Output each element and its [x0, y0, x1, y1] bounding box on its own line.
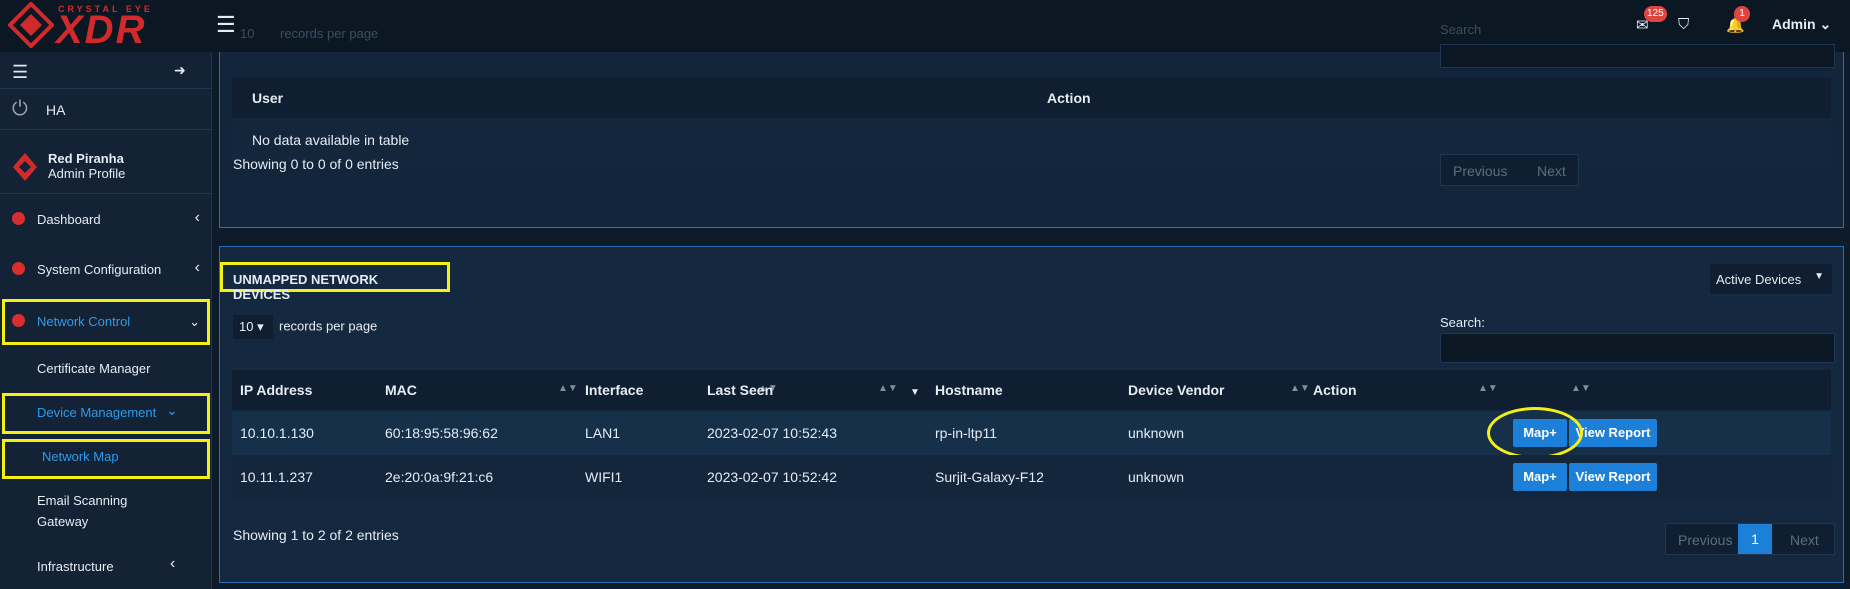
sidebar: CRYSTAL EYE XDR ☰ ➜ ⏻ HA Red Piranha Adm…: [0, 0, 212, 589]
sidebar-item-label: System Configuration: [37, 262, 162, 277]
table-header: IP Address ▲▼ MAC ▲▼ Interface ▲▼ Last S…: [232, 370, 1831, 410]
chevron-left-icon: ‹: [194, 259, 200, 276]
table-row: No data available in table: [232, 118, 1831, 162]
crystal-eye-logo-icon: [8, 2, 54, 48]
next-button[interactable]: Next: [1790, 532, 1819, 548]
caret-down-icon: ▼: [1814, 271, 1824, 282]
chevron-left-icon: ‹: [170, 555, 176, 572]
device-filter-select[interactable]: Active Devices ▼: [1710, 264, 1832, 294]
sort-desc-icon[interactable]: ▼: [910, 387, 920, 398]
brand-logo[interactable]: CRYSTAL EYE XDR: [0, 0, 212, 52]
profile-name: Red Piranha: [48, 151, 124, 166]
records-per-page-label: records per page: [280, 26, 379, 41]
sidebar-item-certificate-manager[interactable]: Certificate Manager: [37, 361, 150, 376]
cell-mac: 2e:20:0a:9f:21:c6: [385, 469, 494, 485]
cell-last-seen: 2023-02-07 10:52:43: [707, 425, 837, 441]
column-interface[interactable]: Interface: [585, 382, 643, 398]
sidebar-item-ha[interactable]: ⏻ HA: [0, 88, 212, 130]
view-report-button[interactable]: View Report: [1569, 463, 1657, 491]
ha-label: HA: [46, 102, 66, 118]
shield-icon[interactable]: ⛉: [1678, 16, 1689, 33]
profile-role: Admin Profile: [48, 166, 126, 181]
sort-icon[interactable]: ▲▼: [1571, 383, 1591, 394]
table-info: Showing 0 to 0 of 0 entries: [233, 156, 399, 172]
pagination: Previous 1 Next: [1665, 523, 1835, 555]
cell-ip: 10.11.1.237: [240, 469, 313, 485]
sort-icon[interactable]: ▲▼: [1478, 383, 1498, 394]
column-last-seen[interactable]: Last Seen: [707, 382, 773, 398]
column-hostname[interactable]: Hostname: [935, 382, 1003, 398]
logo-name: XDR: [56, 8, 147, 52]
search-input[interactable]: [1440, 333, 1835, 363]
logout-icon[interactable]: ➜: [174, 62, 186, 79]
panel-title-text: UNMAPPED NETWORK DEVICES: [233, 272, 379, 302]
records-per-page-value: 10: [239, 319, 254, 334]
sidebar-item-infrastructure[interactable]: Infrastructure: [37, 559, 114, 574]
page-1-button[interactable]: 1: [1738, 524, 1772, 554]
users-panel: 10 records per page Search User Action N…: [219, 22, 1844, 228]
cell-ip: 10.10.1.130: [240, 425, 314, 441]
cell-interface: WIFI1: [585, 469, 623, 485]
cell-vendor: unknown: [1128, 469, 1185, 485]
panel-title: UNMAPPED NETWORK DEVICES: [220, 262, 450, 302]
column-device-vendor[interactable]: Device Vendor: [1128, 382, 1225, 398]
highlight-network-map: [2, 439, 210, 479]
piranha-logo-icon: [13, 153, 37, 181]
highlight-network-control: [2, 299, 210, 345]
highlight-device-management: [2, 393, 210, 434]
power-icon: ⏻: [12, 98, 28, 120]
chevron-left-icon: ‹: [194, 209, 200, 226]
records-per-page-select[interactable]: 10 ▾: [233, 315, 273, 339]
pagination: Previous Next: [1440, 154, 1579, 186]
sidebar-item-email-scanning[interactable]: Email Scanning: [37, 493, 127, 508]
map-device-button[interactable]: Map+: [1513, 463, 1567, 491]
cell-last-seen: 2023-02-07 10:52:42: [707, 469, 837, 485]
sort-icon[interactable]: ▲▼: [878, 383, 898, 394]
table-info: Showing 1 to 2 of 2 entries: [233, 527, 399, 543]
records-per-page-select[interactable]: 10: [240, 26, 254, 41]
menu-toggle-icon[interactable]: ☰: [216, 12, 236, 38]
cell-hostname: Surjit-Galaxy-F12: [935, 469, 1044, 485]
sidebar-item-system-configuration[interactable]: System Configuration ‹: [0, 246, 212, 294]
records-per-page-label: records per page: [279, 318, 378, 334]
unmapped-devices-panel: UNMAPPED NETWORK DEVICES Active Devices …: [219, 246, 1844, 583]
column-ip-address[interactable]: IP Address: [240, 382, 312, 398]
user-name: Admin: [1772, 16, 1816, 32]
column-mac[interactable]: MAC: [385, 382, 417, 398]
empty-table-text: No data available in table: [252, 132, 410, 148]
chevron-down-icon: ⌄: [1819, 16, 1832, 32]
previous-button[interactable]: Previous: [1678, 532, 1732, 548]
sidebar-menu-icon[interactable]: ☰: [12, 62, 28, 83]
sort-icon[interactable]: ▲▼: [558, 383, 578, 394]
sidebar-item-label: Dashboard: [37, 212, 101, 227]
system-config-icon: [12, 262, 25, 275]
search-label: Search: [1440, 22, 1482, 37]
cell-vendor: unknown: [1128, 425, 1185, 441]
mail-count-badge: 125: [1644, 6, 1667, 22]
sidebar-item-dashboard[interactable]: Dashboard ‹: [0, 196, 212, 244]
highlight-map-button: [1487, 407, 1583, 459]
column-action[interactable]: Action: [1313, 382, 1357, 398]
profile-block[interactable]: Red Piranha Admin Profile: [0, 140, 212, 194]
dashboard-icon: [12, 212, 25, 225]
user-menu[interactable]: Admin ⌄: [1772, 16, 1831, 33]
search-input[interactable]: [1440, 44, 1835, 68]
records-per-page: 10 ▾ records per page: [233, 315, 377, 339]
sidebar-item-gateway[interactable]: Gateway: [37, 514, 88, 529]
sidebar-tools: ☰ ➜: [0, 52, 212, 88]
table-header: User Action: [232, 78, 1831, 118]
next-button[interactable]: Next: [1537, 163, 1566, 179]
notification-count-badge: 1: [1734, 6, 1750, 22]
device-filter-value: Active Devices: [1716, 272, 1802, 287]
column-action[interactable]: Action: [1047, 90, 1091, 106]
cell-interface: LAN1: [585, 425, 621, 441]
sort-icon[interactable]: ▲▼: [1290, 383, 1310, 394]
search-label: Search:: [1440, 315, 1485, 330]
previous-button[interactable]: Previous: [1453, 163, 1507, 179]
cell-mac: 60:18:95:58:96:62: [385, 425, 498, 441]
cell-hostname: rp-in-ltp11: [935, 425, 997, 441]
column-user[interactable]: User: [252, 90, 283, 106]
